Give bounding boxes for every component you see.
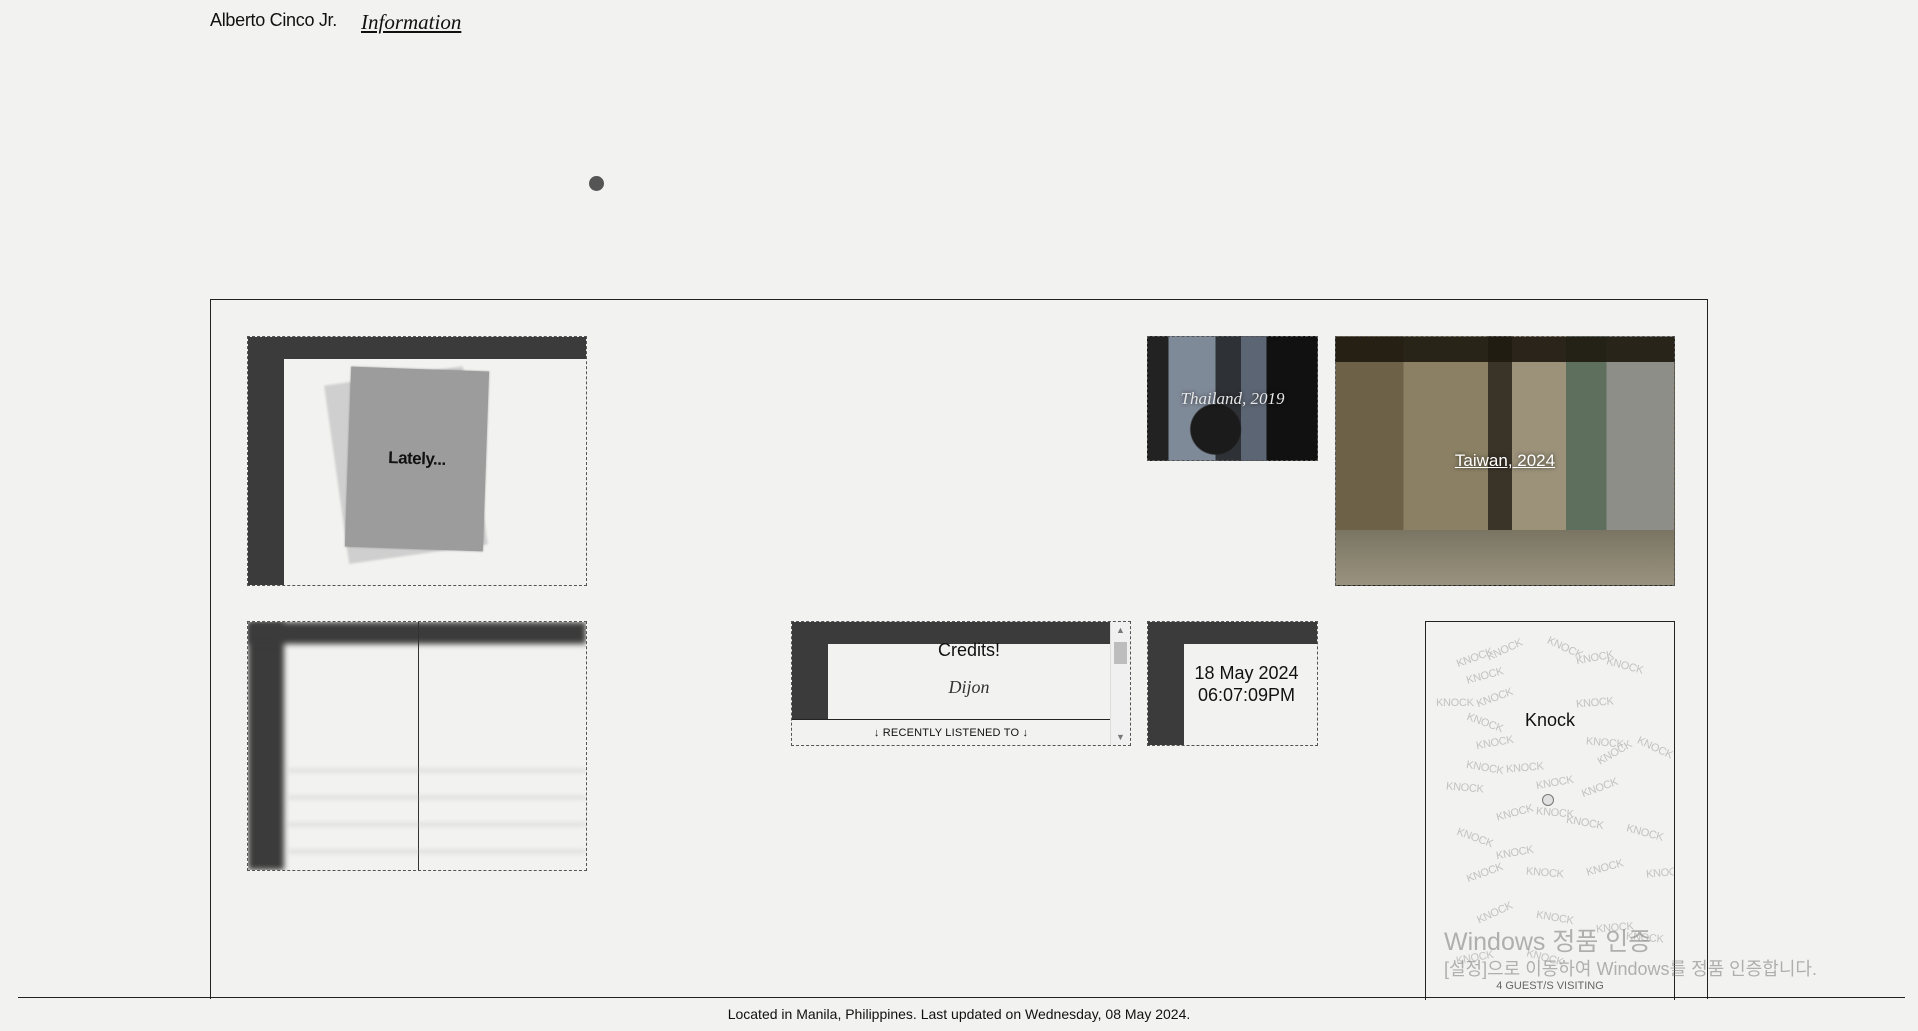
card-frame-left bbox=[248, 622, 284, 870]
date-time: 18 May 2024 06:07:09PM bbox=[1176, 662, 1317, 706]
knock-word: KNOCK bbox=[1645, 865, 1675, 881]
knock-word: KNOCK bbox=[1495, 802, 1535, 824]
blurred-row bbox=[288, 771, 586, 798]
blurred-content bbox=[288, 744, 586, 852]
knock-word: KNOCK bbox=[1575, 695, 1615, 711]
content-frame: Lately... Thailand, 2019 Taiwan, 2024 Cr… bbox=[210, 299, 1708, 1000]
blurred-row bbox=[288, 825, 586, 852]
lately-stack[interactable]: Lately... bbox=[324, 366, 490, 564]
current-date: 18 May 2024 bbox=[1194, 663, 1299, 683]
knock-word: KNOCK bbox=[1635, 734, 1675, 762]
taiwan-caption[interactable]: Taiwan, 2024 bbox=[1455, 451, 1555, 471]
knock-word: KNOCK bbox=[1436, 697, 1474, 709]
card-frame-left bbox=[248, 337, 284, 585]
watermark-title: Windows 정품 인증 bbox=[1444, 928, 1652, 956]
knock-word: KNOCK bbox=[1525, 865, 1565, 881]
card-frame-top bbox=[1148, 622, 1317, 644]
knock-word: KNOCK bbox=[1465, 860, 1505, 886]
knock-word: KNOCK bbox=[1565, 813, 1605, 833]
knock-title[interactable]: Knock bbox=[1426, 710, 1674, 731]
scroll-up-icon[interactable]: ▲ bbox=[1111, 622, 1130, 638]
guest-count: 4 GUEST/S VISITING bbox=[1496, 980, 1604, 992]
credits-title: Credits! bbox=[937, 640, 1000, 660]
lately-label[interactable]: Lately... bbox=[344, 366, 490, 552]
knock-target[interactable] bbox=[1542, 794, 1554, 806]
lately-card[interactable]: Lately... bbox=[247, 336, 587, 586]
clock-card: 18 May 2024 06:07:09PM bbox=[1147, 621, 1318, 746]
credits-card[interactable]: Credits! Dijon ↓ RECENTLY LISTENED TO ↓ … bbox=[791, 621, 1131, 746]
knock-word: KNOCK bbox=[1485, 636, 1525, 664]
current-time: 06:07:09PM bbox=[1197, 685, 1296, 705]
knock-word: KNOCK bbox=[1495, 843, 1535, 863]
page: Alberto Cinco Jr. Information Lately... … bbox=[0, 0, 1918, 1031]
blurred-row bbox=[288, 798, 586, 825]
knock-word: KNOCK bbox=[1585, 857, 1625, 879]
cursor-dot bbox=[589, 176, 604, 191]
card-frame-top bbox=[248, 337, 586, 359]
information-link[interactable]: Information bbox=[361, 10, 461, 35]
blurred-card[interactable] bbox=[247, 621, 587, 871]
recently-listened-label: ↓ RECENTLY LISTENED TO ↓ bbox=[792, 719, 1110, 745]
knock-word: KNOCK bbox=[1465, 665, 1505, 687]
footer-text: Located in Manila, Philippines. Last upd… bbox=[727, 1006, 1191, 1022]
knock-word: KNOCK bbox=[1445, 780, 1485, 796]
scroll-thumb[interactable] bbox=[1114, 642, 1127, 664]
scrollbar[interactable]: ▲ ▼ bbox=[1110, 622, 1130, 745]
knock-word: KNOCK bbox=[1580, 775, 1620, 801]
knock-word: KNOCK bbox=[1505, 760, 1545, 776]
thailand-caption: Thailand, 2019 bbox=[1180, 388, 1285, 408]
knock-word: KNOCK bbox=[1605, 655, 1645, 677]
knock-word: KNOCK bbox=[1535, 773, 1575, 793]
knock-word: KNOCK bbox=[1475, 733, 1515, 753]
watermark-subtitle: [설정]으로 이동하여 Windows를 정품 인증합니다. bbox=[1444, 959, 1817, 979]
thailand-photo-card[interactable]: Thailand, 2019 bbox=[1147, 336, 1318, 461]
blurred-row bbox=[288, 744, 586, 771]
knock-word: KNOCK bbox=[1465, 758, 1505, 778]
knock-word: KNOCK bbox=[1455, 825, 1495, 851]
scroll-down-icon[interactable]: ▼ bbox=[1111, 729, 1130, 745]
card-frame-top bbox=[248, 622, 586, 644]
footer-divider bbox=[18, 997, 1905, 998]
knock-word: KNOCK bbox=[1625, 822, 1665, 844]
artist-name[interactable]: Dijon bbox=[828, 677, 1110, 698]
taiwan-photo-card[interactable]: Taiwan, 2024 bbox=[1335, 336, 1675, 586]
site-name[interactable]: Alberto Cinco Jr. bbox=[210, 10, 337, 31]
knock-word: KNOCK bbox=[1475, 685, 1515, 711]
